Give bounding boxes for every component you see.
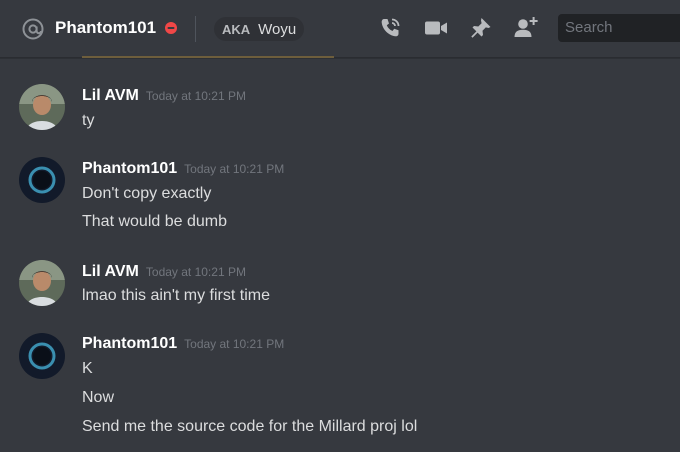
author-name[interactable]: Lil AVM <box>82 87 139 104</box>
message-author[interactable]: Lil AVM Today at 10:21 PM <box>82 86 246 106</box>
message-text: ty <box>82 112 95 129</box>
video-call-icon[interactable] <box>423 15 449 41</box>
message-timestamp: Today at 10:21 PM <box>184 337 285 351</box>
channel-name: Phantom101 <box>55 18 157 37</box>
dark-ring-avatar[interactable] <box>19 333 65 379</box>
message-author[interactable]: Lil AVM Today at 10:21 PM <box>82 262 246 282</box>
child-photo-avatar[interactable] <box>19 260 65 306</box>
aka-label: AKA <box>222 21 251 37</box>
channel-header: Phantom101 AKA Woyu <box>0 0 680 58</box>
dnd-status-icon <box>165 22 177 34</box>
message-author[interactable]: Phantom101 Today at 10:21 PM <box>82 159 284 179</box>
voice-call-icon[interactable] <box>377 15 403 41</box>
message-author[interactable]: Phantom101 Today at 10:21 PM <box>82 334 284 354</box>
header-divider <box>195 16 196 42</box>
message-text: Don't copy exactly <box>82 185 212 202</box>
message-timestamp: Today at 10:21 PM <box>184 162 285 176</box>
message-text: Now <box>82 389 115 406</box>
author-name[interactable]: Phantom101 <box>82 335 177 352</box>
author-name[interactable]: Phantom101 <box>82 160 177 177</box>
message-text: Send me the source code for the Millard … <box>82 418 418 435</box>
dark-ring-avatar[interactable] <box>19 157 65 203</box>
message-text: lmao this ain't my first time <box>82 287 270 304</box>
message-text: K <box>82 360 93 377</box>
search-input[interactable] <box>558 14 680 42</box>
message-text: That would be dumb <box>82 213 227 230</box>
message-timestamp: Today at 10:21 PM <box>145 89 246 103</box>
message-timestamp: Today at 10:21 PM <box>145 265 246 279</box>
at-icon <box>22 18 44 40</box>
aka-value: Woyu <box>258 20 297 38</box>
new-messages-divider <box>82 56 334 58</box>
add-friend-icon[interactable] <box>513 15 539 41</box>
child-photo-avatar[interactable] <box>19 84 65 130</box>
pin-icon[interactable] <box>468 15 494 41</box>
aka-badge: AKA Woyu <box>214 17 305 41</box>
author-name[interactable]: Lil AVM <box>82 263 139 280</box>
